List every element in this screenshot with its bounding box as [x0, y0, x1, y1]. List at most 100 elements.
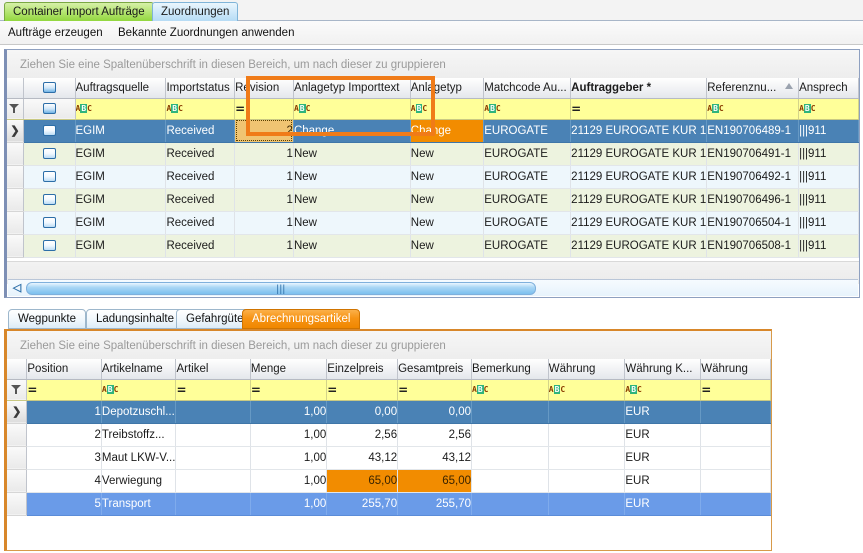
table-row[interactable]: EGIM Received 1 New New EUROGATE 21129 EUROGAT…: [7, 211, 859, 235]
cell-anlagetyp[interactable]: New: [410, 142, 485, 166]
cell-matchcode[interactable]: EUROGATE: [483, 234, 572, 258]
cell-importstatus[interactable]: Received: [165, 165, 236, 189]
column-header-referenznummer[interactable]: Referenznu...: [706, 78, 800, 99]
row-indicator-cell[interactable]: [7, 211, 24, 235]
cell-ansprechpartner[interactable]: |||911: [798, 234, 859, 258]
cell-matchcode[interactable]: EUROGATE: [483, 188, 572, 212]
cell-anlagetyp[interactable]: New: [410, 165, 485, 189]
cell-importstatus[interactable]: Received: [165, 142, 236, 166]
column-header-einzelpreis[interactable]: Einzelpreis: [326, 359, 399, 380]
cell-ansprechpartner[interactable]: |||911: [798, 211, 859, 235]
row-checkbox-cell[interactable]: [23, 142, 76, 166]
cell-referenznummer[interactable]: EN190706496-1: [706, 188, 800, 212]
cell-gesamtpreis[interactable]: 255,70: [397, 492, 472, 516]
cell-artikel[interactable]: [175, 469, 251, 493]
table-row[interactable]: 4 Verwiegung 1,00 65,00 65,00 EUR: [7, 469, 771, 493]
cell-artikelname[interactable]: Verwiegung: [101, 469, 177, 493]
filter-row[interactable]: ABC ABC = ABC ABC ABC = ABC ABC: [7, 98, 859, 120]
cell-waehrung2[interactable]: [700, 446, 771, 470]
cell-waehrung2[interactable]: [700, 423, 771, 447]
cell-matchcode[interactable]: EUROGATE: [483, 142, 572, 166]
cell-waehrung1[interactable]: [548, 469, 626, 493]
filter-row[interactable]: = ABC = = = = ABC ABC ABC =: [7, 379, 771, 401]
cell-auftraggeber[interactable]: 21129 EUROGATE KUR 1: [570, 119, 708, 143]
cell-artikel[interactable]: [175, 400, 251, 424]
cell-waehrung1[interactable]: [548, 446, 626, 470]
cell-referenznummer[interactable]: EN190706489-1: [706, 119, 800, 143]
filter-cell-waehrung1[interactable]: ABC: [548, 379, 626, 401]
filter-funnel-icon[interactable]: [9, 103, 20, 114]
cell-importstatus[interactable]: Received: [165, 234, 236, 258]
cell-einzelpreis[interactable]: 0,00: [326, 400, 399, 424]
column-header-waehrung_k[interactable]: Währung K...: [624, 359, 702, 380]
table-row[interactable]: 5 Transport 1,00 255,70 255,70 EUR: [7, 492, 771, 516]
column-header-waehrung2[interactable]: Währung: [700, 359, 771, 380]
blue-window-icon[interactable]: [42, 170, 56, 182]
blue-window-icon[interactable]: [42, 216, 56, 228]
cell-gesamtpreis[interactable]: 65,00: [397, 469, 472, 493]
cell-menge[interactable]: 1,00: [250, 423, 328, 447]
filter-cell-revision[interactable]: =: [234, 98, 294, 120]
filter-cell-ansprechpartner[interactable]: ABC: [798, 98, 859, 120]
table-row[interactable]: EGIM Received 1 New New EUROGATE 21129 EUROGAT…: [7, 188, 859, 212]
column-header-auftraggeber[interactable]: Auftraggeber *: [570, 78, 708, 99]
row-indicator-cell[interactable]: [7, 469, 28, 493]
column-header-position[interactable]: Position: [26, 359, 102, 380]
cell-revision[interactable]: 1: [234, 234, 294, 258]
cell-waehrung2[interactable]: [700, 400, 771, 424]
cell-matchcode[interactable]: EUROGATE: [483, 119, 572, 143]
scrollbar-thumb[interactable]: |||: [26, 282, 536, 295]
cell-artikel[interactable]: [175, 446, 251, 470]
cell-anlagetyp_importtext[interactable]: New: [293, 165, 411, 189]
cell-auftraggeber[interactable]: 21129 EUROGATE KUR 1: [570, 211, 708, 235]
cell-ansprechpartner[interactable]: |||911: [798, 142, 859, 166]
cell-matchcode[interactable]: EUROGATE: [483, 165, 572, 189]
row-indicator-cell[interactable]: [7, 188, 24, 212]
filter-cell-referenznummer[interactable]: ABC: [706, 98, 800, 120]
cell-waehrung_k[interactable]: EUR: [624, 469, 702, 493]
tab-container-import-auftraege[interactable]: Container Import Aufträge: [4, 2, 154, 21]
cell-bemerkung[interactable]: [471, 400, 549, 424]
cell-einzelpreis[interactable]: 43,12: [326, 446, 399, 470]
table-row[interactable]: EGIM Received 1 New New EUROGATE 21129 EUROGAT…: [7, 234, 859, 258]
cell-auftraggeber[interactable]: 21129 EUROGATE KUR 1: [570, 234, 708, 258]
cell-auftragsquelle[interactable]: EGIM: [75, 165, 167, 189]
cell-revision[interactable]: 1: [234, 211, 294, 235]
cell-referenznummer[interactable]: EN190706504-1: [706, 211, 800, 235]
column-header-revision[interactable]: Revision: [234, 78, 294, 99]
column-header-artikelname[interactable]: Artikelname: [101, 359, 177, 380]
cell-anlagetyp[interactable]: New: [410, 211, 485, 235]
cell-waehrung_k[interactable]: EUR: [624, 400, 702, 424]
upper-grid-horizontal-scrollbar[interactable]: ◁ |||: [8, 279, 858, 296]
cell-artikelname[interactable]: Maut LKW-V...: [101, 446, 177, 470]
cell-position[interactable]: 1: [26, 400, 102, 424]
cell-waehrung2[interactable]: [700, 492, 771, 516]
cell-bemerkung[interactable]: [471, 423, 549, 447]
lower-group-by-area[interactable]: Ziehen Sie eine Spaltenüberschrift in di…: [7, 331, 771, 360]
upper-group-by-area[interactable]: Ziehen Sie eine Spaltenüberschrift in di…: [7, 50, 859, 78]
cell-waehrung_k[interactable]: EUR: [624, 492, 702, 516]
cell-waehrung_k[interactable]: EUR: [624, 423, 702, 447]
table-row[interactable]: ❯ EGIM Received 2 Change Change EUROGATE 21129 …: [7, 119, 859, 143]
cell-importstatus[interactable]: Received: [165, 211, 236, 235]
blue-window-icon[interactable]: [42, 239, 56, 251]
filter-cell-anlagetyp_importtext[interactable]: ABC: [293, 98, 411, 120]
cell-einzelpreis[interactable]: 255,70: [326, 492, 399, 516]
cell-importstatus[interactable]: Received: [165, 188, 236, 212]
cell-waehrung1[interactable]: [548, 423, 626, 447]
column-header-importstatus[interactable]: Importstatus: [165, 78, 236, 99]
column-header-waehrung1[interactable]: Währung: [548, 359, 626, 380]
tab-zuordnungen[interactable]: Zuordnungen: [152, 2, 239, 21]
cell-ansprechpartner[interactable]: |||911: [798, 119, 859, 143]
column-header-artikel[interactable]: Artikel: [175, 359, 251, 380]
filter-cell-artikelname[interactable]: ABC: [101, 379, 177, 401]
cell-artikel[interactable]: [175, 423, 251, 447]
filter-cell-matchcode[interactable]: ABC: [483, 98, 572, 120]
blue-window-icon[interactable]: [42, 193, 56, 205]
cell-anlagetyp[interactable]: New: [410, 188, 485, 212]
filter-cell-artikel[interactable]: =: [175, 379, 251, 401]
cell-referenznummer[interactable]: EN190706508-1: [706, 234, 800, 258]
cell-menge[interactable]: 1,00: [250, 400, 328, 424]
cell-einzelpreis[interactable]: 65,00: [326, 469, 399, 493]
cell-ansprechpartner[interactable]: |||911: [798, 165, 859, 189]
